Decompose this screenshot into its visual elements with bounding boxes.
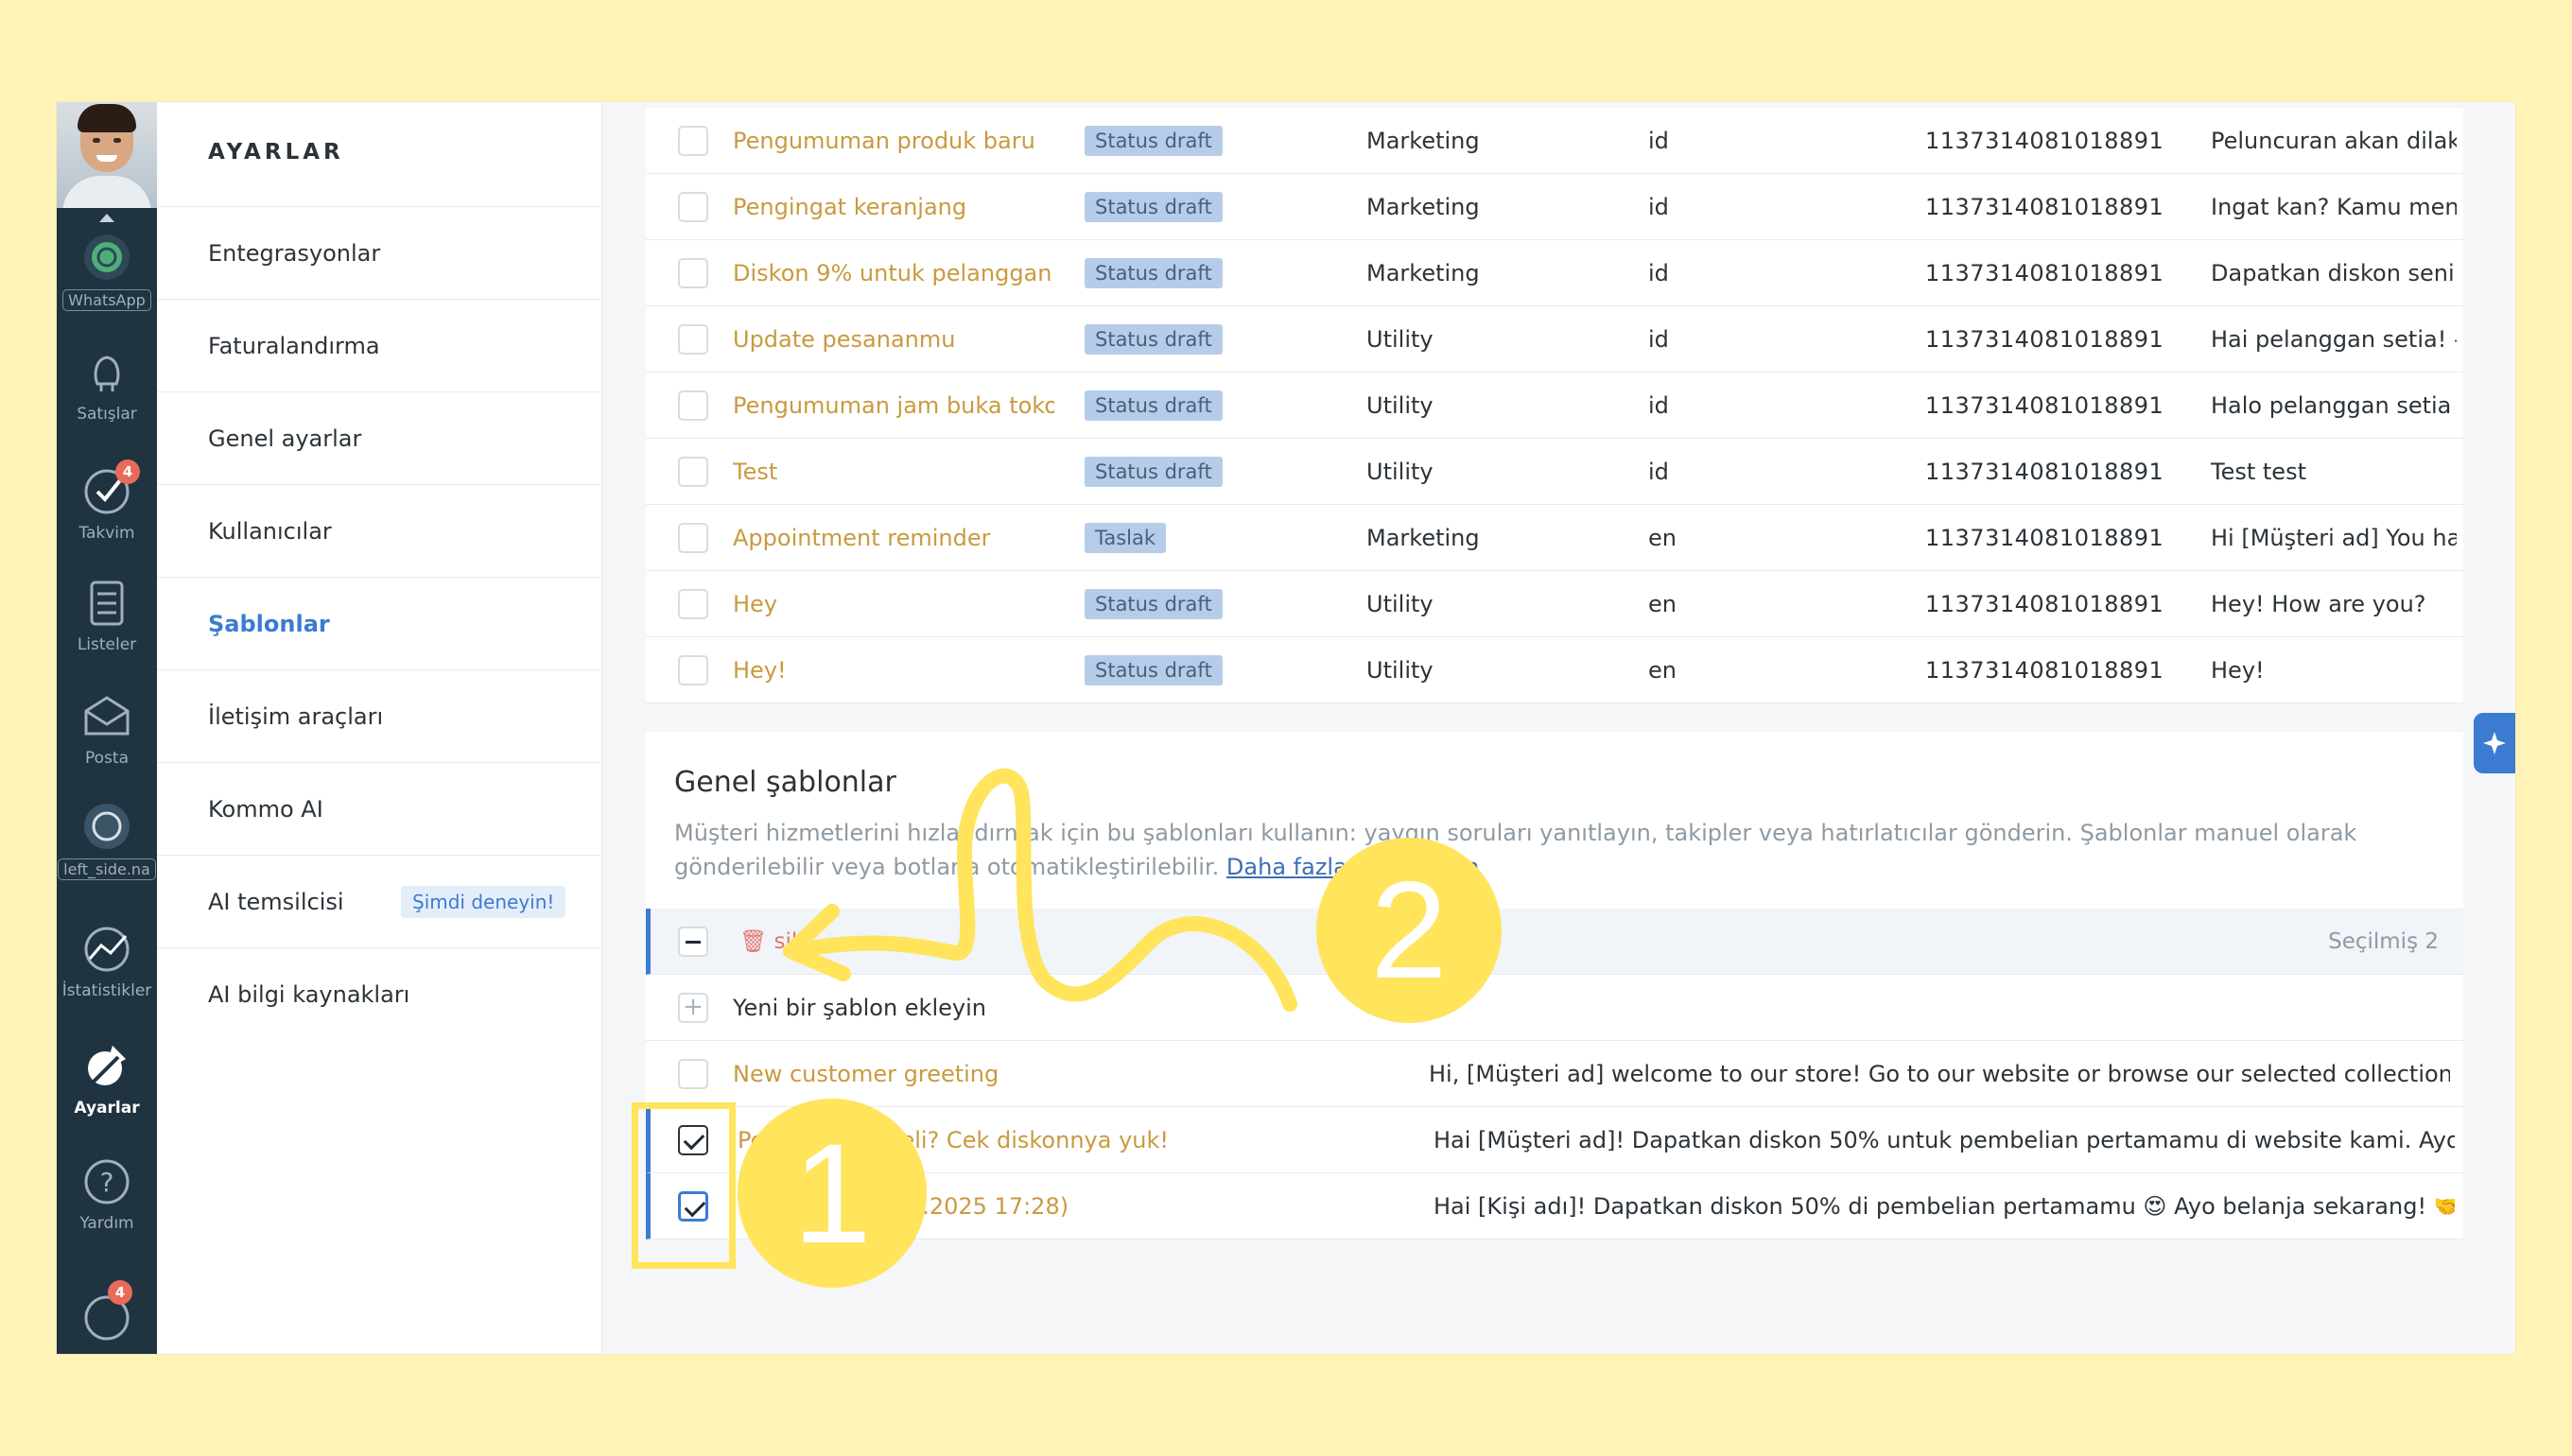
annotation-arrow bbox=[783, 768, 1297, 1012]
